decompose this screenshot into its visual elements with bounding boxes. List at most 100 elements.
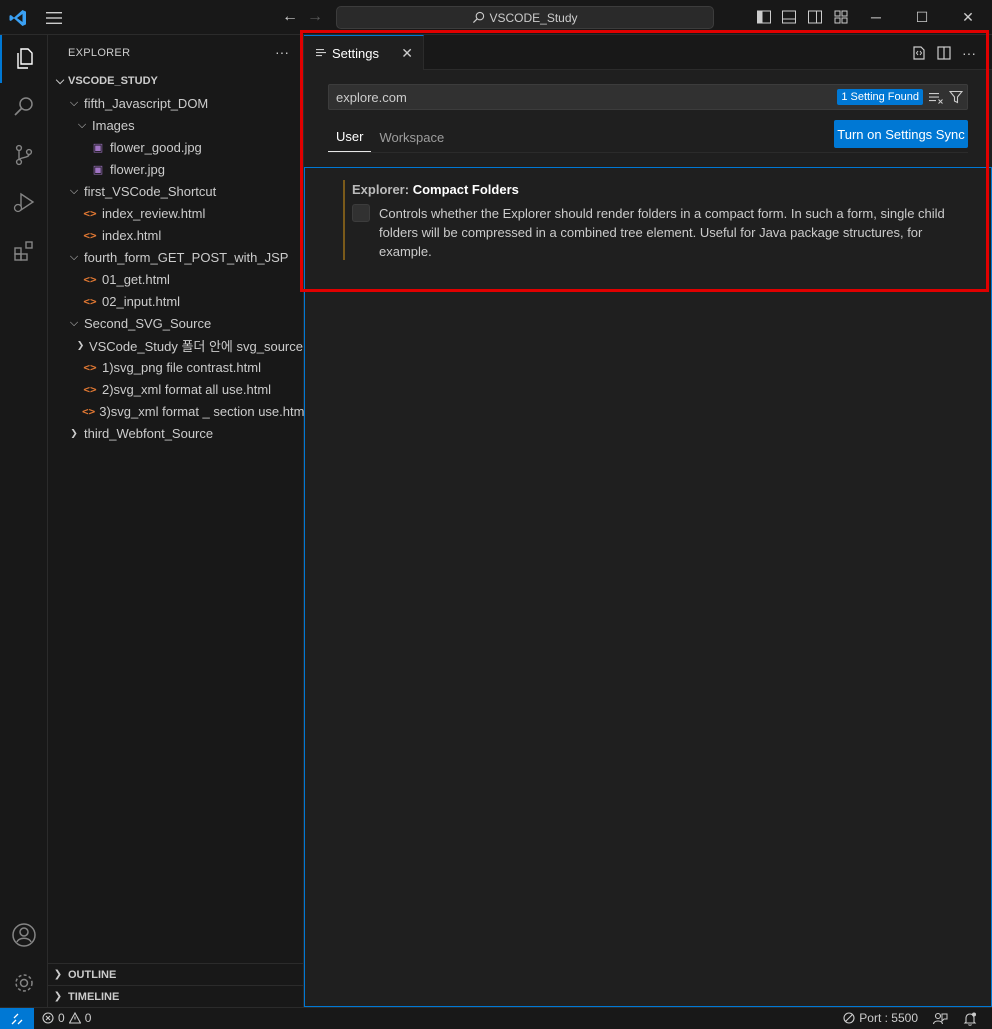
- workspace-root[interactable]: ⌵ VSCODE_STUDY: [48, 70, 303, 92]
- more-actions-icon[interactable]: ···: [960, 44, 978, 62]
- search-icon: [14, 97, 33, 116]
- compact-folders-checkbox[interactable]: [352, 204, 370, 222]
- tree-file[interactable]: <> 1)svg_png file contrast.html: [48, 356, 303, 378]
- error-icon: [42, 1012, 54, 1024]
- tree-item-label: 02_input.html: [102, 293, 181, 309]
- tree-file[interactable]: <> index_review.html: [48, 202, 303, 224]
- maximize-button[interactable]: ☐: [910, 6, 934, 28]
- tree-item-label: index_review.html: [102, 205, 206, 221]
- customize-layout-icon[interactable]: [833, 9, 849, 25]
- toggle-secondary-sidebar-icon[interactable]: [807, 9, 823, 25]
- tree-item-label: Images: [92, 117, 135, 133]
- tab-user[interactable]: User: [328, 122, 372, 152]
- menu-icon[interactable]: [44, 9, 64, 27]
- tree-folder[interactable]: ⌵ fourth_form_GET_POST_with_JSP: [48, 246, 303, 268]
- tree-item-label: fifth_Javascript_DOM: [84, 95, 209, 111]
- tree-item-label: flower_good.jpg: [110, 139, 202, 155]
- tree-item-label: fourth_form_GET_POST_with_JSP: [84, 249, 289, 265]
- settings-search-value: explore.com: [336, 89, 407, 105]
- settings-editor-icon: [316, 49, 326, 57]
- manage-button[interactable]: [0, 959, 48, 1007]
- warning-icon: [68, 1012, 81, 1024]
- tree-folder[interactable]: ⌵ Images: [48, 114, 303, 136]
- tree-file[interactable]: ▣ flower_good.jpg: [48, 136, 303, 158]
- timeline-section[interactable]: ❯ TIMELINE: [48, 985, 303, 1007]
- accounts-button[interactable]: [0, 911, 48, 959]
- html-file-icon: <>: [83, 228, 97, 242]
- arrow-right-icon[interactable]: →: [305, 8, 325, 26]
- image-file-icon: ▣: [92, 163, 104, 176]
- chevron-down-icon: ⌵: [69, 96, 79, 109]
- open-settings-json-icon[interactable]: [910, 44, 928, 62]
- account-icon: [12, 923, 36, 947]
- search-view-button[interactable]: [0, 83, 48, 131]
- explorer-title: EXPLORER: [68, 46, 131, 59]
- command-center-search[interactable]: VSCODE_Study: [336, 6, 714, 29]
- problems-indicator[interactable]: 0 0: [42, 1011, 91, 1025]
- tree-file[interactable]: <> index.html: [48, 224, 303, 246]
- close-window-button[interactable]: ✕: [956, 6, 980, 28]
- toggle-panel-icon[interactable]: [781, 9, 797, 25]
- filter-icon[interactable]: [949, 90, 963, 104]
- tree-file[interactable]: <> 3)svg_xml format _ section use.html: [48, 400, 307, 422]
- close-icon[interactable]: ✕: [401, 45, 413, 62]
- tree-folder[interactable]: ❯ third_Webfont_Source: [48, 422, 303, 444]
- tree-file[interactable]: <> 2)svg_xml format all use.html: [48, 378, 303, 400]
- tree-item-label: 2)svg_xml format all use.html: [102, 381, 272, 397]
- chevron-right-icon: ❯: [76, 339, 85, 350]
- source-control-icon: [15, 144, 33, 166]
- settings-scope-tabs: User Workspace: [328, 122, 452, 152]
- toggle-primary-sidebar-icon[interactable]: [756, 9, 772, 25]
- setting-title: Explorer: Compact Folders: [352, 182, 519, 197]
- outline-section[interactable]: ❯ OUTLINE: [48, 963, 303, 985]
- extensions-button[interactable]: [0, 227, 48, 275]
- title-bar: ← → VSCODE_Study ─ ☐ ✕: [0, 0, 992, 35]
- split-editor-icon[interactable]: [935, 44, 953, 62]
- tree-item-label: third_Webfont_Source: [84, 425, 214, 441]
- remote-icon: [11, 1013, 23, 1025]
- error-count: 0: [58, 1011, 65, 1025]
- settings-list: Explorer: Compact Folders Controls wheth…: [304, 167, 992, 1007]
- warning-count: 0: [84, 1011, 92, 1025]
- tree-file[interactable]: <> 02_input.html: [48, 290, 303, 312]
- html-file-icon: <>: [83, 382, 97, 396]
- notifications-bell-icon[interactable]: [962, 1011, 978, 1027]
- editor-area: Settings ✕ ··· explore.com 1 Setting Fou…: [304, 35, 992, 1007]
- scope-divider: [328, 152, 968, 153]
- minimize-button[interactable]: ─: [864, 6, 888, 28]
- run-debug-button[interactable]: [0, 179, 48, 227]
- more-actions-icon[interactable]: ···: [275, 44, 289, 60]
- source-control-button[interactable]: [0, 131, 48, 179]
- remote-indicator[interactable]: [0, 1008, 34, 1029]
- chevron-down-icon: ⌵: [55, 74, 65, 87]
- tree-folder[interactable]: ⌵ first_VSCode_Shortcut: [48, 180, 303, 202]
- turn-on-settings-sync-button[interactable]: Turn on Settings Sync: [834, 120, 968, 148]
- editor-tabs: Settings ✕ ···: [304, 35, 992, 70]
- vscode-logo-icon: [9, 10, 26, 26]
- tree-file[interactable]: ▣ flower.jpg: [48, 158, 303, 180]
- tab-label: Settings: [332, 45, 379, 61]
- arrow-left-icon[interactable]: ←: [280, 8, 300, 26]
- explorer-button[interactable]: [0, 35, 48, 83]
- activity-bar: [0, 35, 48, 1007]
- tree-item-label: 01_get.html: [102, 271, 170, 287]
- command-center-text: VSCODE_Study: [489, 10, 578, 25]
- html-file-icon: <>: [83, 360, 97, 374]
- chevron-right-icon: ❯: [53, 969, 63, 980]
- tree-folder[interactable]: ⌵ Second_SVG_Source: [48, 312, 303, 334]
- workspace-root-label: VSCODE_STUDY: [68, 75, 158, 87]
- timeline-label: TIMELINE: [68, 990, 120, 1003]
- outline-label: OUTLINE: [68, 968, 117, 981]
- clear-filter-icon[interactable]: [929, 90, 943, 104]
- tree-item-label: 3)svg_xml format _ section use.html: [99, 403, 308, 419]
- tree-item-label: Second_SVG_Source: [84, 315, 212, 331]
- live-server-port[interactable]: Port : 5500: [843, 1011, 918, 1025]
- feedback-icon[interactable]: [932, 1011, 948, 1027]
- settings-search-input[interactable]: explore.com 1 Setting Found: [328, 84, 968, 110]
- tab-settings[interactable]: Settings ✕: [304, 35, 424, 70]
- tree-folder[interactable]: ⌵ fifth_Javascript_DOM: [48, 92, 303, 114]
- tree-folder[interactable]: ❯ VSCode_Study 폴더 안에 svg_source: [48, 334, 303, 356]
- tab-workspace[interactable]: Workspace: [371, 122, 452, 152]
- tree-file[interactable]: <> 01_get.html: [48, 268, 303, 290]
- tree-item-label: flower.jpg: [110, 161, 165, 177]
